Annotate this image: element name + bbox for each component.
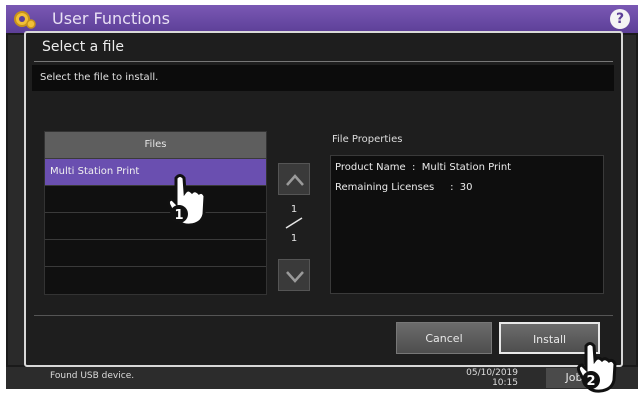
gear-icon bbox=[14, 11, 36, 29]
chevron-down-icon bbox=[286, 271, 304, 283]
scroll-down-button[interactable] bbox=[278, 259, 310, 291]
hand-pointer-icon: 1 bbox=[166, 174, 207, 227]
files-list: Files Multi Station Print bbox=[44, 131, 267, 295]
help-button[interactable]: ? bbox=[610, 9, 630, 29]
file-properties-label: File Properties bbox=[332, 134, 403, 145]
files-header: Files bbox=[45, 132, 266, 158]
file-row[interactable] bbox=[45, 212, 266, 239]
clock: 05/10/2019 10:15 bbox=[458, 368, 518, 388]
instruction-bar: Select the file to install. bbox=[32, 65, 614, 91]
time-text: 10:15 bbox=[492, 378, 518, 388]
hand-pointer-icon: 2 bbox=[576, 342, 617, 393]
page-separator bbox=[285, 217, 303, 229]
file-row[interactable] bbox=[45, 266, 266, 293]
property-product-name: Product Name : Multi Station Print bbox=[335, 162, 512, 173]
callout-number: 1 bbox=[174, 208, 183, 223]
status-message: Found USB device. bbox=[50, 371, 135, 381]
file-row[interactable] bbox=[45, 239, 266, 266]
app-title: User Functions bbox=[52, 9, 170, 28]
select-file-dialog: Select a file Select the file to install… bbox=[24, 31, 623, 367]
page-total: 1 bbox=[290, 233, 298, 244]
divider bbox=[34, 61, 613, 62]
callout-number: 2 bbox=[586, 374, 595, 389]
dialog-title: Select a file bbox=[42, 39, 124, 55]
file-row-multi-station-print[interactable]: Multi Station Print bbox=[45, 158, 266, 185]
title-bar: User Functions ? bbox=[6, 5, 638, 33]
scroll-up-button[interactable] bbox=[278, 163, 310, 195]
status-bar: Found USB device. 05/10/2019 10:15 Job bbox=[6, 367, 638, 389]
property-remaining-licenses: Remaining Licenses : 30 bbox=[335, 182, 473, 193]
instruction-text: Select the file to install. bbox=[40, 72, 159, 83]
cancel-button[interactable]: Cancel bbox=[396, 322, 492, 354]
file-row[interactable] bbox=[45, 185, 266, 212]
file-properties-panel: Product Name : Multi Station Print Remai… bbox=[330, 155, 604, 294]
divider bbox=[34, 315, 613, 316]
chevron-up-icon bbox=[286, 174, 304, 186]
date-text: 05/10/2019 bbox=[466, 368, 518, 378]
page-current: 1 bbox=[290, 204, 298, 215]
